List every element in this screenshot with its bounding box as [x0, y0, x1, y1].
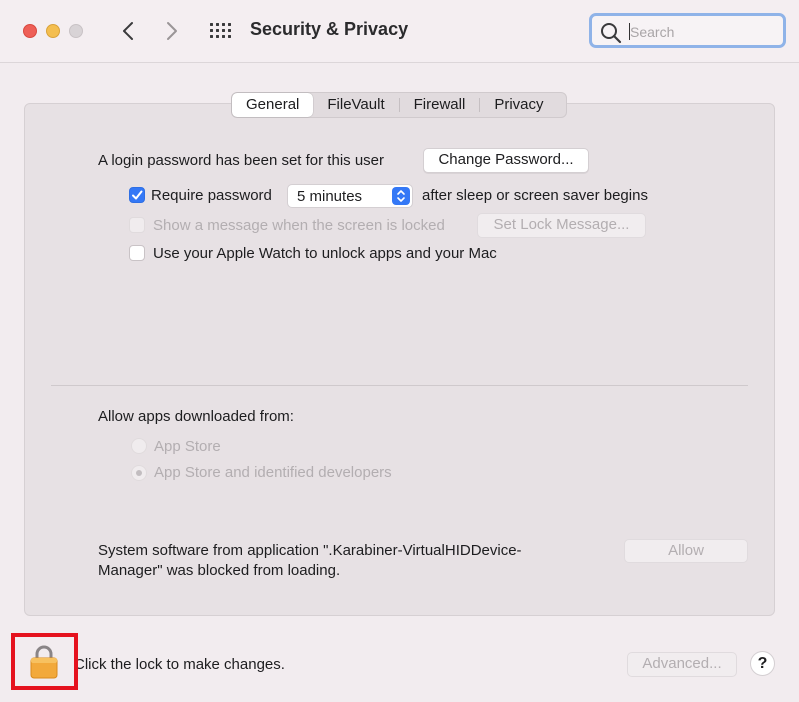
search-icon	[601, 23, 622, 44]
show-all-button[interactable]	[209, 20, 235, 42]
checkmark-icon	[132, 190, 143, 200]
section-divider	[51, 385, 748, 386]
tab-bar: General FileVault Firewall Privacy	[231, 92, 567, 118]
advanced-button[interactable]: Advanced...	[627, 652, 737, 677]
show-message-label: Show a message when the screen is locked	[153, 217, 445, 234]
tab-privacy[interactable]: Privacy	[480, 93, 557, 117]
radio-identified-developers[interactable]	[131, 465, 147, 481]
search-placeholder: Search	[630, 24, 675, 40]
preferences-window: Security & Privacy Search General FileVa…	[0, 0, 799, 702]
apple-watch-label: Use your Apple Watch to unlock apps and …	[153, 245, 497, 262]
allow-button[interactable]: Allow	[624, 539, 748, 563]
blocked-software-line-2: Manager" was blocked from loading.	[98, 562, 341, 579]
change-password-button[interactable]: Change Password...	[423, 148, 589, 173]
minimize-window-button[interactable]	[46, 24, 60, 38]
lock-hint-text: Click the lock to make changes.	[74, 656, 285, 673]
radio-identified-developers-label: App Store and identified developers	[154, 464, 392, 481]
stepper-arrows-icon	[392, 187, 410, 205]
forward-button[interactable]	[159, 18, 185, 44]
apple-watch-checkbox[interactable]	[129, 245, 145, 261]
close-window-button[interactable]	[23, 24, 37, 38]
grid-icon	[210, 23, 231, 38]
blocked-software-line-1: System software from application ".Karab…	[98, 542, 522, 559]
allow-apps-heading: Allow apps downloaded from:	[98, 408, 294, 425]
window-title: Security & Privacy	[250, 19, 409, 39]
tab-firewall[interactable]: Firewall	[400, 93, 480, 117]
title-bar: Security & Privacy Search	[0, 0, 799, 63]
tab-general[interactable]: General	[232, 93, 314, 117]
radio-selected-dot	[136, 470, 142, 476]
chevron-right-icon	[167, 22, 177, 40]
interval-value: 5 minutes	[297, 188, 363, 205]
zoom-window-button[interactable]	[69, 24, 83, 38]
back-button[interactable]	[115, 18, 141, 44]
tab-filevault[interactable]: FileVault	[313, 93, 398, 117]
show-message-checkbox[interactable]	[129, 217, 145, 233]
set-lock-message-button[interactable]: Set Lock Message...	[477, 213, 646, 238]
login-password-text: A login password has been set for this u…	[98, 152, 384, 169]
help-button[interactable]: ?	[750, 651, 775, 676]
require-password-interval-select[interactable]: 5 minutes	[287, 184, 413, 208]
after-sleep-text: after sleep or screen saver begins	[422, 187, 648, 204]
require-password-label: Require password	[151, 187, 272, 204]
radio-app-store[interactable]	[131, 438, 147, 454]
chevron-left-icon	[123, 22, 133, 40]
radio-app-store-label: App Store	[154, 438, 221, 455]
lock-highlight-box	[11, 633, 78, 690]
search-field[interactable]: Search	[589, 13, 786, 48]
require-password-checkbox[interactable]	[129, 187, 145, 203]
